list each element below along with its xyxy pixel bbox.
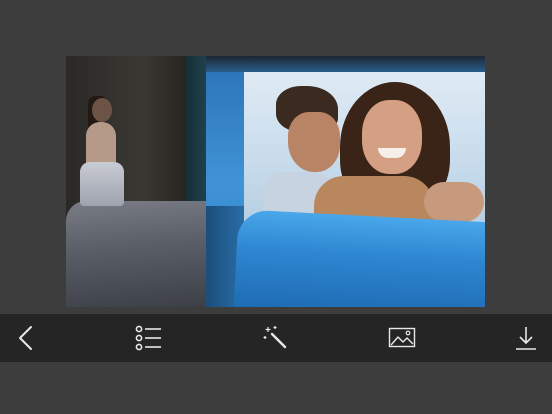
magic-wand-icon (263, 326, 287, 349)
list-icon (135, 325, 161, 351)
download-icon (516, 327, 536, 350)
bottom-toolbar (0, 314, 552, 362)
woman-on-bed (80, 96, 126, 206)
frames-list-button[interactable] (125, 314, 173, 362)
window-frame-top (206, 56, 485, 72)
bottom-spacer (0, 362, 552, 414)
image-icon (388, 327, 416, 348)
window-ledge (233, 209, 485, 307)
chevron-left-icon (19, 326, 32, 350)
photo-frame-screen (0, 0, 552, 414)
effects-button[interactable] (252, 314, 300, 362)
back-button[interactable] (2, 314, 50, 362)
download-button[interactable] (502, 314, 550, 362)
user-photo[interactable] (244, 72, 485, 224)
gallery-button[interactable] (378, 314, 426, 362)
photo-canvas[interactable] (66, 56, 485, 307)
